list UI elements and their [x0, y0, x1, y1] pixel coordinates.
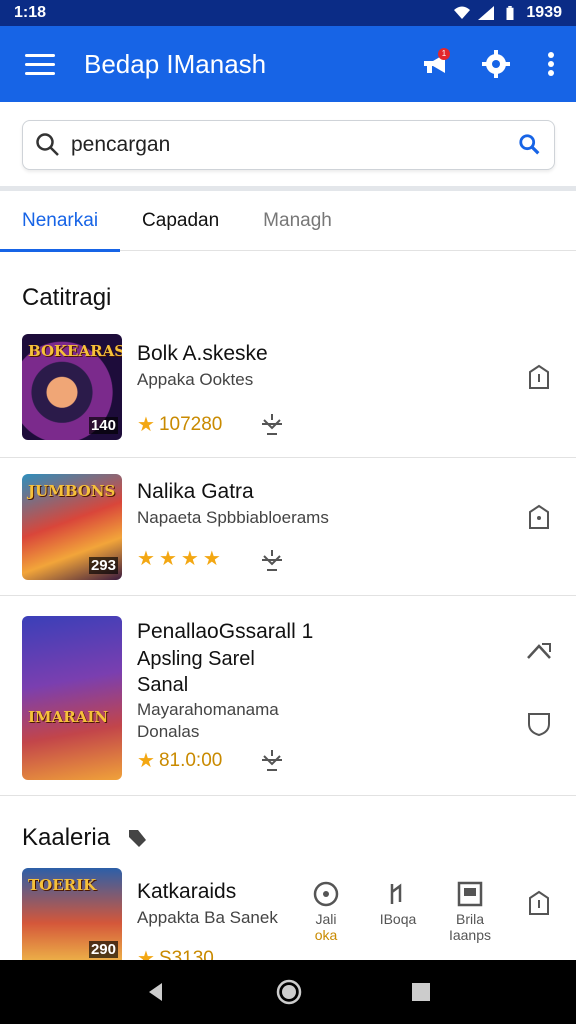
app-subtitle: Mayarahomanama [137, 700, 279, 719]
app-subtitle: Appakta Ba Sanek [137, 908, 278, 927]
star-icon: ★ [202, 548, 221, 570]
share-icon[interactable] [524, 636, 554, 666]
app-title: Katkaraids [137, 880, 237, 903]
app-subtitle: Appaka Ooktes [137, 370, 254, 389]
list-item[interactable]: IMARAIN PenallaoGssarall 1 Apsling Sarel… [0, 596, 576, 796]
star-icon: ★ [180, 548, 199, 570]
install-icon[interactable] [524, 362, 554, 392]
quick-action-iboqa[interactable]: IBoqa [362, 880, 434, 943]
status-text: 1939 [526, 4, 562, 21]
compass-icon [313, 881, 339, 907]
thumbnail-label: TOERIK [28, 876, 97, 894]
picture-icon [457, 881, 483, 907]
app-thumbnail: TOERIK 290 [22, 868, 122, 968]
download-icon[interactable] [258, 410, 286, 438]
star-icon: ★ [137, 414, 155, 436]
shield-icon[interactable] [524, 708, 554, 738]
install-icon[interactable] [524, 502, 554, 532]
download-icon[interactable] [258, 546, 286, 574]
search-input[interactable]: pencargan [71, 133, 518, 157]
thumbnail-label: IMARAIN [28, 708, 109, 726]
hamburger-icon [25, 51, 55, 78]
app-subtitle-line: Apsling Sarel [137, 648, 255, 670]
app-thumbnail: IMARAIN [22, 616, 122, 780]
star-icon: ★ [158, 548, 177, 570]
route-icon [390, 883, 402, 904]
app-title: PenallaoGssarall 1 [137, 620, 314, 643]
app-rating: ★ 81.0:00 [137, 748, 222, 773]
app-bar: Bedap IManash 1 [0, 26, 576, 102]
star-icon: ★ [137, 750, 155, 772]
section-title: Catitragi [22, 284, 112, 311]
quick-action-brila[interactable]: Brila Iaanps [434, 880, 506, 943]
settings-button[interactable] [466, 26, 526, 102]
gear-icon [482, 50, 510, 78]
status-time: 1:18 [14, 4, 47, 21]
app-rating: ★ 107280 [137, 412, 222, 437]
quick-actions: Jali oka IBoqa Brila Iaanps [290, 880, 506, 943]
install-icon[interactable] [524, 888, 554, 918]
tab-nenarkai[interactable]: Nenarkai [0, 191, 121, 252]
tab-capadan[interactable]: Capadan [120, 191, 241, 251]
thumbnail-label: BOKEARAS [28, 342, 122, 360]
battery-icon [506, 6, 514, 20]
app-title: Bedap IManash [84, 48, 267, 79]
search-submit-icon[interactable] [518, 133, 542, 157]
app-thumbnail: BOKEARAS 140 [22, 334, 122, 440]
rating-value: 81.0:00 [158, 749, 223, 771]
star-icon: ★ [137, 548, 155, 570]
app-title: Bolk A.skeske [137, 342, 268, 365]
app-title: Nalika Gatra [137, 480, 254, 503]
back-icon[interactable] [144, 980, 168, 1004]
app-subtitle: Donalas [137, 722, 200, 741]
quick-action-label: Brila [455, 911, 484, 927]
more-vert-icon [548, 52, 554, 76]
section-header: Kaaleria [22, 824, 148, 852]
quick-action-sublabel: Iaanps [448, 927, 492, 943]
rating-value: 107280 [158, 413, 223, 435]
status-bar: 1:18 1939 [0, 0, 576, 26]
quick-action-jali[interactable]: Jali oka [290, 880, 362, 943]
tag-icon [129, 830, 147, 847]
app-rating: ★ ★ ★ ★ [137, 546, 225, 571]
list-item[interactable]: BOKEARAS 140 Bolk A.skeske Appaka Ooktes… [0, 322, 576, 458]
thumbnail-count: 140 [88, 417, 118, 434]
thumbnail-label: JUMBONS [28, 482, 116, 500]
app-subtitle-line: Sanal [137, 674, 189, 696]
notification-badge: 1 [438, 48, 450, 60]
wifi-icon [454, 6, 471, 19]
recents-icon[interactable] [410, 981, 432, 1003]
signal-icon [478, 6, 495, 20]
section-title: Kaaleria [22, 824, 111, 851]
tab-managh[interactable]: Managh [241, 191, 354, 251]
more-options-button[interactable] [526, 26, 576, 102]
quick-action-label: IBoqa [379, 911, 417, 927]
system-nav-bar [0, 960, 576, 1024]
quick-action-sublabel: oka [314, 927, 338, 943]
quick-action-label: Jali [315, 911, 337, 927]
thumbnail-count: 290 [88, 941, 118, 958]
list-item[interactable]: JUMBONS 293 Nalika Gatra Napaeta Spbbiab… [0, 458, 576, 596]
app-subtitle: Napaeta Spbbiabloerams [137, 508, 329, 527]
menu-button[interactable] [0, 26, 80, 102]
tab-bar: Nenarkai Capadan Managh [0, 191, 576, 252]
thumbnail-count: 293 [88, 557, 118, 574]
download-icon[interactable] [258, 746, 286, 774]
search-icon [36, 133, 59, 156]
notifications-button[interactable]: 1 [406, 26, 466, 102]
home-icon[interactable] [275, 978, 303, 1006]
search-bar[interactable]: pencargan [22, 120, 555, 170]
app-thumbnail: JUMBONS 293 [22, 474, 122, 580]
